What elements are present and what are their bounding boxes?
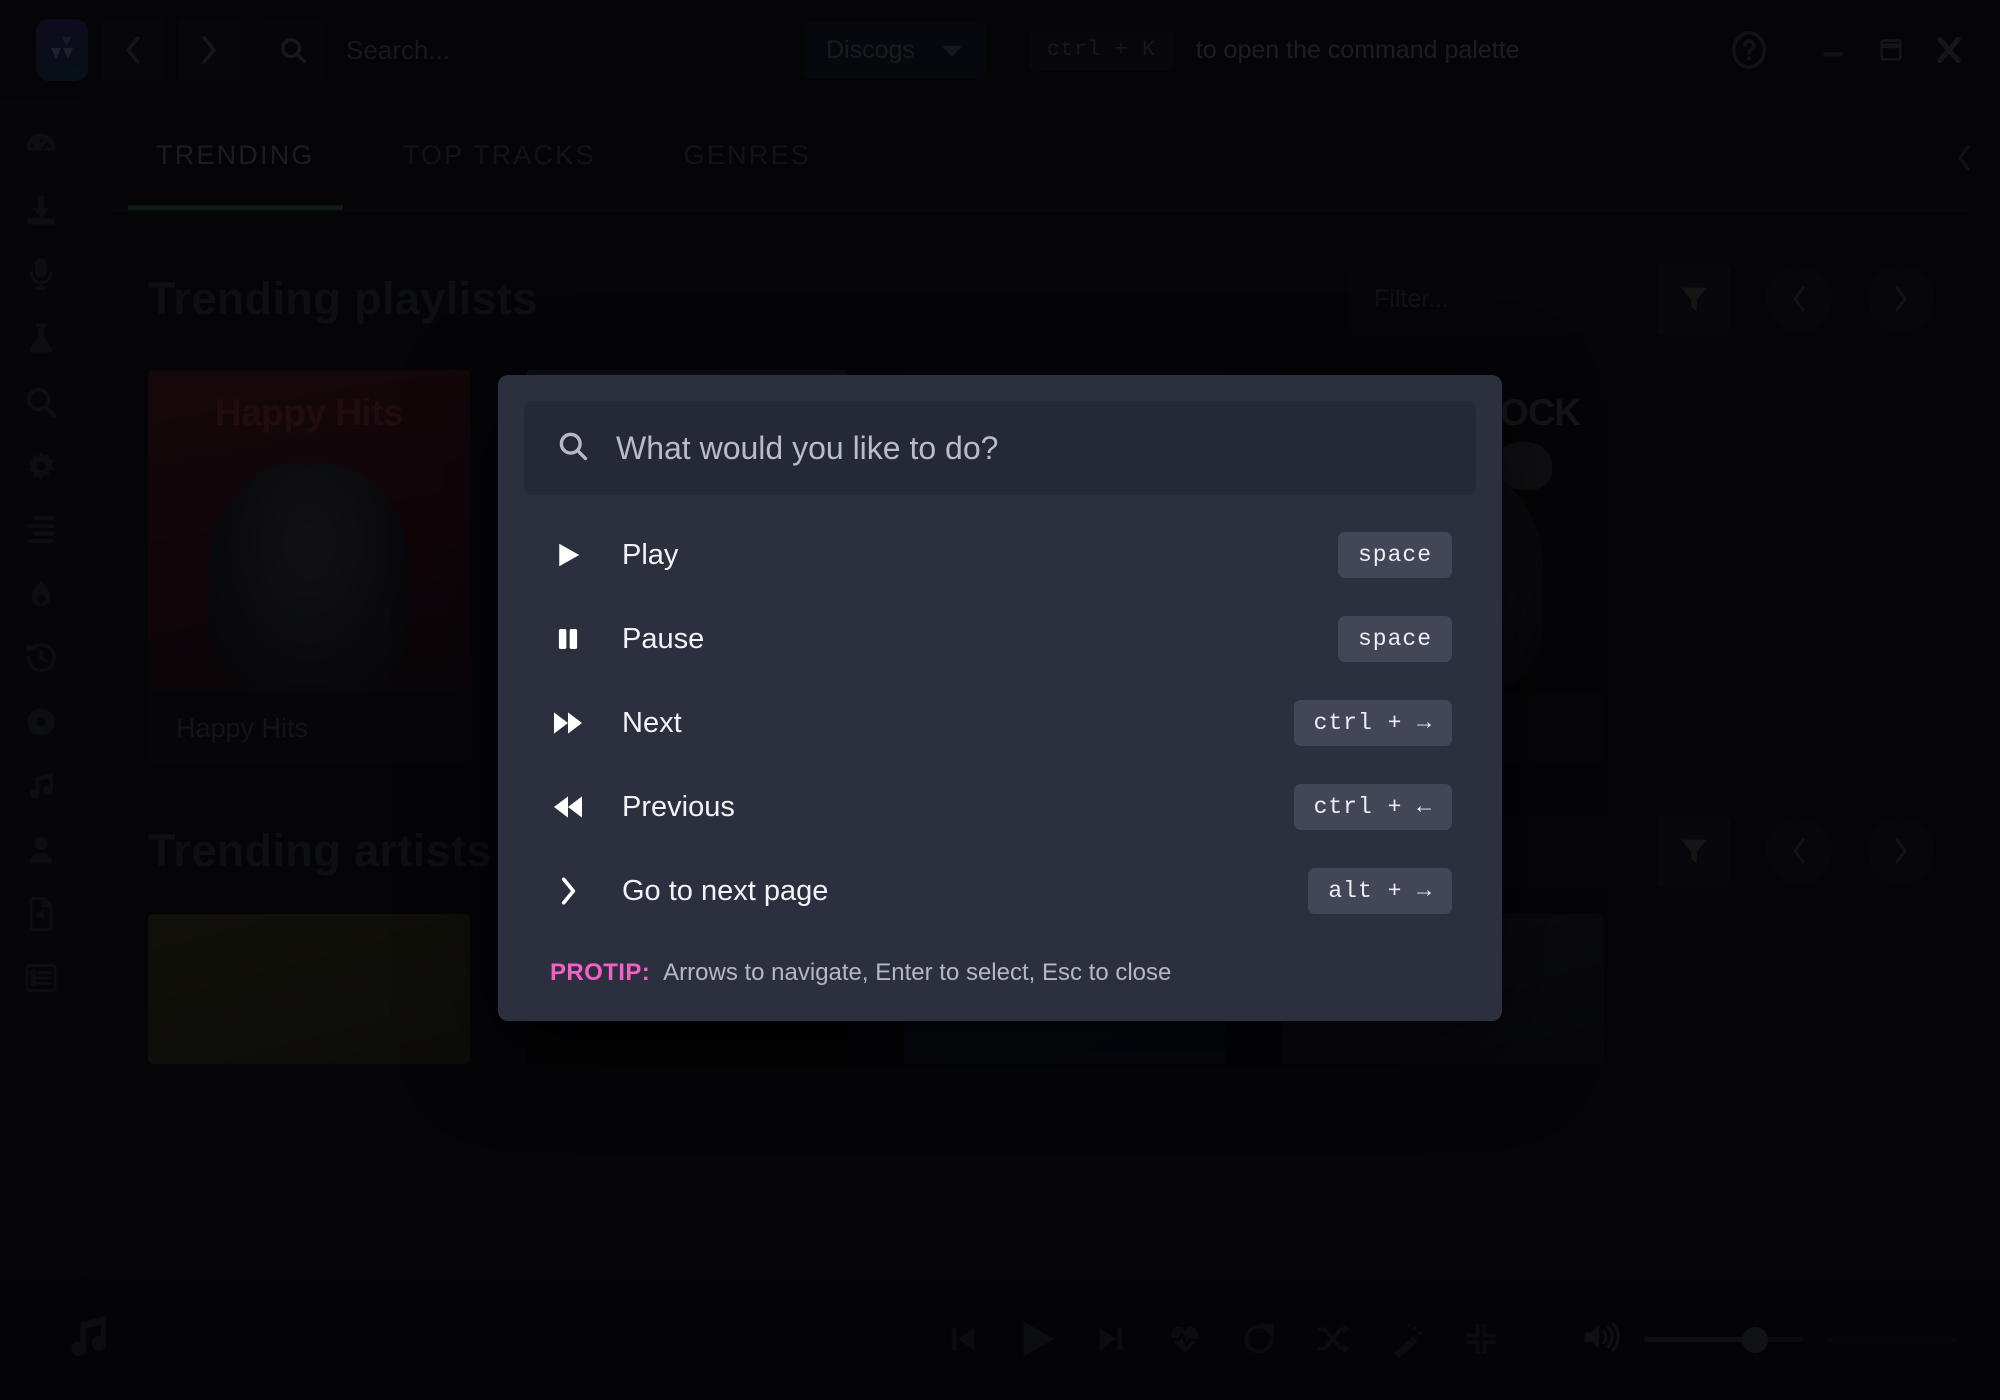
previous-track-button[interactable] (926, 1322, 1000, 1356)
command-palette-placeholder: What would you like to do? (616, 430, 998, 467)
protip-bar: PROTIP: Arrows to navigate, Enter to sel… (524, 933, 1476, 1021)
queue-list-icon[interactable] (0, 498, 82, 562)
artists-prev-button[interactable] (1766, 818, 1832, 884)
magic-wand-icon[interactable] (1370, 1321, 1444, 1357)
artwork-figure (209, 462, 409, 692)
compact-view-button[interactable] (1444, 1322, 1518, 1356)
command-palette: What would you like to do? Play space Pa… (498, 375, 1502, 1021)
command-label: Go to next page (622, 875, 828, 908)
protip-label: PROTIP: (550, 959, 650, 987)
command-shortcut: ctrl + → (1294, 700, 1452, 746)
search-submit-button[interactable] (262, 19, 324, 81)
application-window: Discogs ctrl + K to open the command pal… (0, 0, 2000, 1400)
volume-slider-remainder[interactable] (1828, 1337, 1956, 1342)
source-select[interactable]: Discogs (804, 21, 985, 79)
playlists-filter-input[interactable] (1348, 264, 1658, 334)
protip-text: Arrows to navigate, Enter to select, Esc… (663, 959, 1171, 987)
gear-icon[interactable] (0, 434, 82, 498)
command-item-previous[interactable]: Previous ctrl + ← (524, 765, 1476, 849)
volume-fill (1644, 1337, 1756, 1342)
rewind-icon (548, 793, 588, 821)
sidebar-collapse-button[interactable] (1936, 130, 1992, 186)
search-input[interactable] (324, 19, 794, 81)
pause-icon (548, 624, 588, 654)
command-shortcut: space (1338, 616, 1452, 662)
funnel-icon[interactable] (1658, 816, 1730, 886)
music-note-icon[interactable] (0, 754, 82, 818)
music-note-icon (44, 1311, 134, 1367)
playlists-next-button[interactable] (1868, 266, 1934, 332)
question-circle-icon[interactable] (1720, 21, 1778, 79)
heartbeat-icon[interactable] (1148, 1321, 1222, 1357)
fast-forward-icon (548, 709, 588, 737)
nav-back-button[interactable] (102, 19, 164, 81)
nav-forward-button[interactable] (178, 19, 240, 81)
dashboard-gauge-icon[interactable] (0, 114, 82, 178)
command-label: Next (622, 707, 682, 740)
command-shortcut: space (1338, 532, 1452, 578)
search-icon (556, 429, 590, 468)
disc-icon[interactable] (0, 690, 82, 754)
flask-icon[interactable] (0, 306, 82, 370)
content-tabs: TRENDING TOP TRACKS GENRES (82, 100, 2000, 210)
command-item-go-to-next-page[interactable]: Go to next page alt + → (524, 849, 1476, 933)
section-title: Trending playlists (148, 273, 538, 325)
close-icon[interactable] (1920, 21, 1978, 79)
artist-card[interactable] (148, 914, 470, 1064)
command-item-pause[interactable]: Pause space (524, 597, 1476, 681)
command-shortcut: ctrl + ← (1294, 784, 1452, 830)
command-label: Previous (622, 791, 735, 824)
download-icon[interactable] (0, 178, 82, 242)
sidebar (0, 100, 82, 1280)
source-select-label: Discogs (826, 36, 915, 65)
command-palette-search[interactable]: What would you like to do? (524, 401, 1476, 495)
next-track-button[interactable] (1074, 1322, 1148, 1356)
app-logo-icon (36, 19, 88, 81)
minimize-icon[interactable] (1804, 21, 1862, 79)
artists-next-button[interactable] (1868, 818, 1934, 884)
command-label: Pause (622, 623, 704, 656)
section-header-playlists: Trending playlists (82, 212, 2000, 334)
volume-control (1580, 1320, 1956, 1359)
command-palette-kbd: ctrl + K (1029, 30, 1174, 71)
tab-top-tracks[interactable]: TOP TRACKS (359, 100, 640, 210)
droplet-icon[interactable] (0, 562, 82, 626)
microphone-icon[interactable] (0, 242, 82, 306)
playlist-card-label: Happy Hits (148, 692, 470, 764)
command-palette-hint: to open the command palette (1196, 36, 1520, 65)
title-bar: Discogs ctrl + K to open the command pal… (0, 0, 2000, 100)
playlist-icon[interactable] (0, 946, 82, 1010)
volume-slider[interactable] (1644, 1337, 1804, 1342)
command-item-next[interactable]: Next ctrl + → (524, 681, 1476, 765)
repeat-icon[interactable] (1222, 1321, 1296, 1357)
volume-thumb[interactable] (1742, 1327, 1768, 1353)
tab-genres[interactable]: GENRES (640, 100, 855, 210)
playlist-artwork: Happy Hits (148, 370, 470, 692)
command-shortcut: alt + → (1308, 868, 1452, 914)
playlists-prev-button[interactable] (1766, 266, 1832, 332)
user-icon[interactable] (0, 818, 82, 882)
audio-file-icon[interactable] (0, 882, 82, 946)
playlists-filter (1348, 264, 1730, 334)
search-icon[interactable] (0, 370, 82, 434)
tab-trending[interactable]: TRENDING (112, 100, 359, 210)
shuffle-icon[interactable] (1296, 1321, 1370, 1357)
command-item-play[interactable]: Play space (524, 513, 1476, 597)
command-label: Play (622, 539, 678, 572)
maximize-icon[interactable] (1862, 21, 1920, 79)
section-title: Trending artists (148, 825, 492, 877)
play-button[interactable] (1000, 1316, 1074, 1362)
play-icon (548, 540, 588, 570)
chevron-right-icon (548, 875, 588, 907)
player-bar (0, 1278, 2000, 1400)
artwork-caption: Happy Hits (148, 392, 470, 434)
playlist-card[interactable]: Happy Hits Happy Hits (148, 370, 470, 764)
volume-up-icon[interactable] (1580, 1320, 1620, 1359)
command-list: Play space Pause space Next ctrl + → (524, 495, 1476, 933)
history-clock-icon[interactable] (0, 626, 82, 690)
caret-down-icon (941, 36, 963, 65)
funnel-icon[interactable] (1658, 264, 1730, 334)
